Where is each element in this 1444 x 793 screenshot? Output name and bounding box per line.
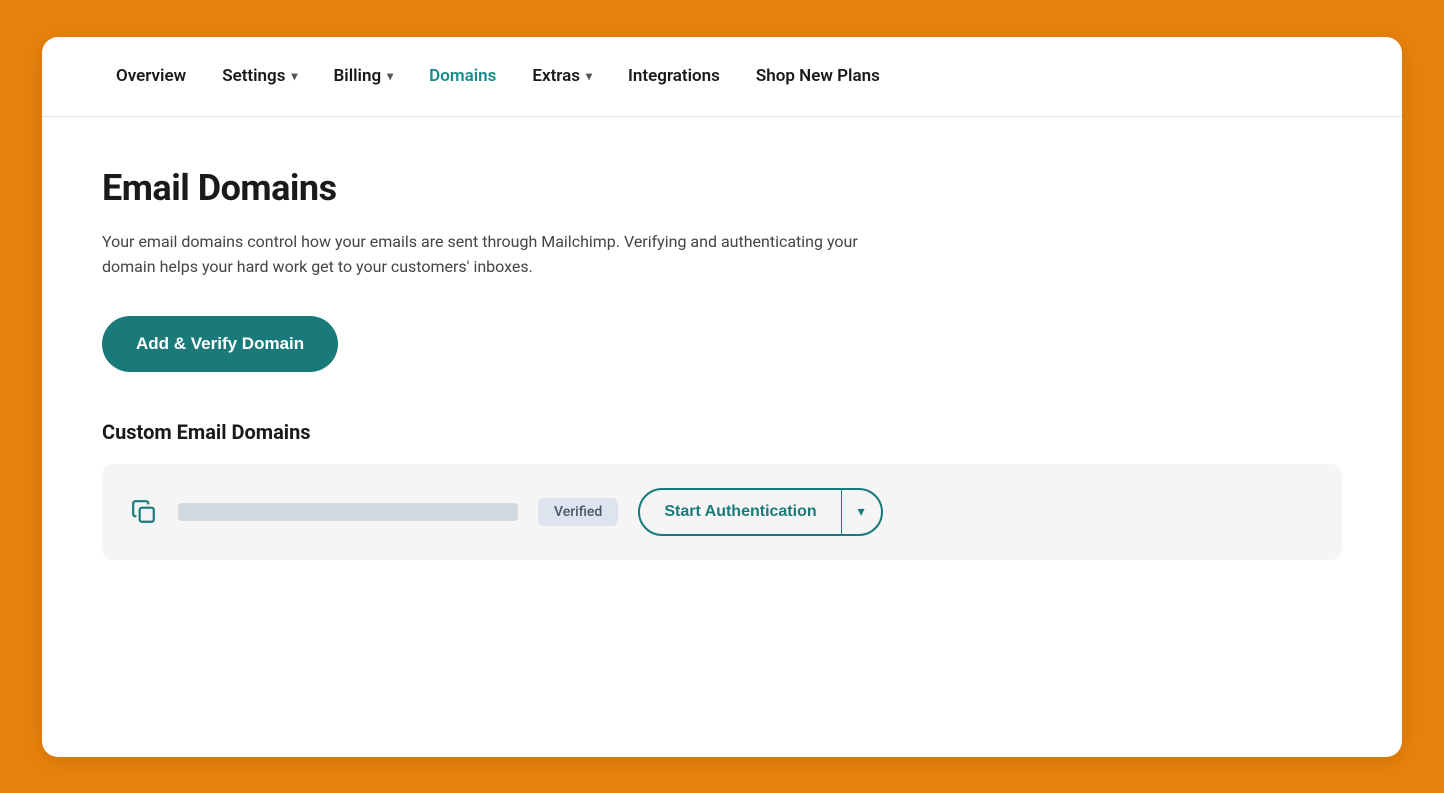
nav-item-overview[interactable]: Overview xyxy=(102,56,200,96)
nav-label-settings: Settings xyxy=(222,66,285,86)
nav-label-shop-new-plans: Shop New Plans xyxy=(756,66,880,86)
page-content: Email Domains Your email domains control… xyxy=(42,117,1402,610)
nav-item-domains[interactable]: Domains xyxy=(415,56,510,96)
verified-badge: Verified xyxy=(538,498,618,526)
nav-item-billing[interactable]: Billing ▾ xyxy=(320,56,408,96)
nav-label-overview: Overview xyxy=(116,66,186,86)
page-title: Email Domains xyxy=(102,167,1342,209)
chevron-down-icon: ▾ xyxy=(586,69,592,83)
auth-button-group: Start Authentication ▾ xyxy=(638,488,882,536)
nav-item-shop-new-plans[interactable]: Shop New Plans xyxy=(742,56,894,96)
domain-list: Verified Start Authentication ▾ xyxy=(102,464,1342,560)
table-row: Verified Start Authentication ▾ xyxy=(130,488,1314,536)
custom-email-domains-heading: Custom Email Domains xyxy=(102,420,1342,444)
nav-item-integrations[interactable]: Integrations xyxy=(614,56,734,96)
nav-item-settings[interactable]: Settings ▾ xyxy=(208,56,311,96)
auth-dropdown-chevron-button[interactable]: ▾ xyxy=(842,491,881,532)
add-verify-domain-button[interactable]: Add & Verify Domain xyxy=(102,316,338,372)
chevron-down-icon: ▾ xyxy=(291,69,297,83)
nav-label-extras: Extras xyxy=(532,66,580,86)
nav-label-billing: Billing xyxy=(334,66,382,86)
nav-bar: Overview Settings ▾ Billing ▾ Domains Ex… xyxy=(42,37,1402,117)
nav-item-extras[interactable]: Extras ▾ xyxy=(518,56,606,96)
copy-icon xyxy=(130,498,158,526)
nav-label-domains: Domains xyxy=(429,66,496,86)
domain-name-placeholder xyxy=(178,503,518,521)
page-description: Your email domains control how your emai… xyxy=(102,229,882,280)
nav-label-integrations: Integrations xyxy=(628,66,720,86)
main-card: Overview Settings ▾ Billing ▾ Domains Ex… xyxy=(42,37,1402,757)
chevron-down-icon: ▾ xyxy=(858,503,865,520)
chevron-down-icon: ▾ xyxy=(387,69,393,83)
start-authentication-button[interactable]: Start Authentication xyxy=(640,491,840,533)
